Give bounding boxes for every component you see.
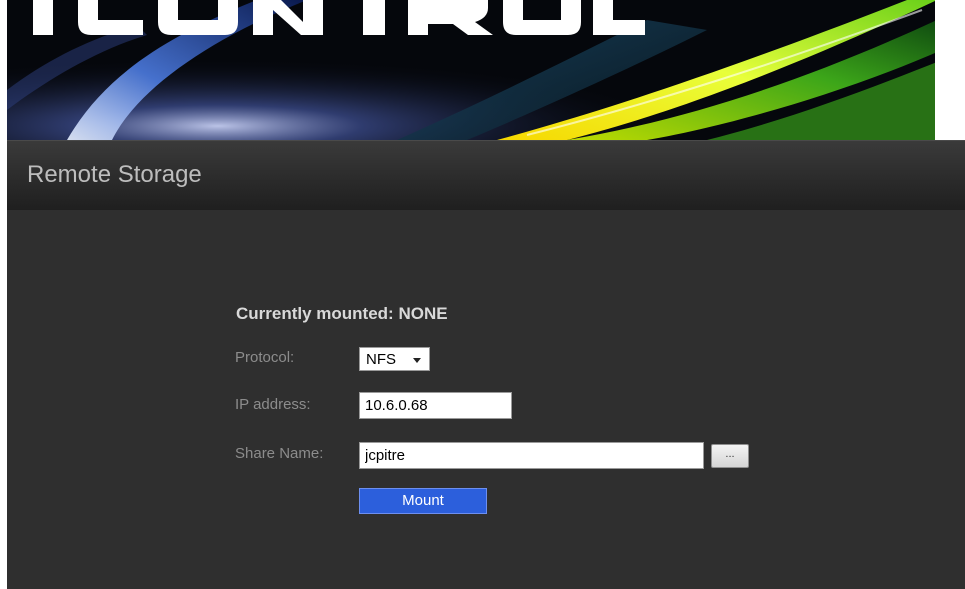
ip-address-input[interactable] — [359, 392, 512, 419]
remote-storage-form: Currently mounted: NONE Protocol: NFS IP… — [7, 210, 965, 589]
protocol-selected-value: NFS — [366, 351, 396, 368]
ip-address-label: IP address: — [235, 396, 311, 413]
mount-status: Currently mounted: NONE — [236, 304, 448, 323]
share-name-label: Share Name: — [235, 445, 324, 462]
icontrol-logo — [33, 0, 645, 35]
mount-button[interactable]: Mount — [359, 488, 487, 514]
share-name-input[interactable] — [359, 442, 704, 469]
header-banner — [7, 0, 965, 140]
page-title: Remote Storage — [27, 161, 202, 188]
protocol-label: Protocol: — [235, 349, 295, 366]
browse-button[interactable]: ... — [711, 444, 749, 468]
chevron-down-icon — [413, 358, 421, 363]
protocol-select[interactable]: NFS — [359, 347, 430, 371]
app-window: Remote Storage Currently mounted: NONE P… — [7, 0, 965, 589]
page-header: Remote Storage — [7, 140, 965, 210]
banner-edge — [935, 0, 965, 140]
